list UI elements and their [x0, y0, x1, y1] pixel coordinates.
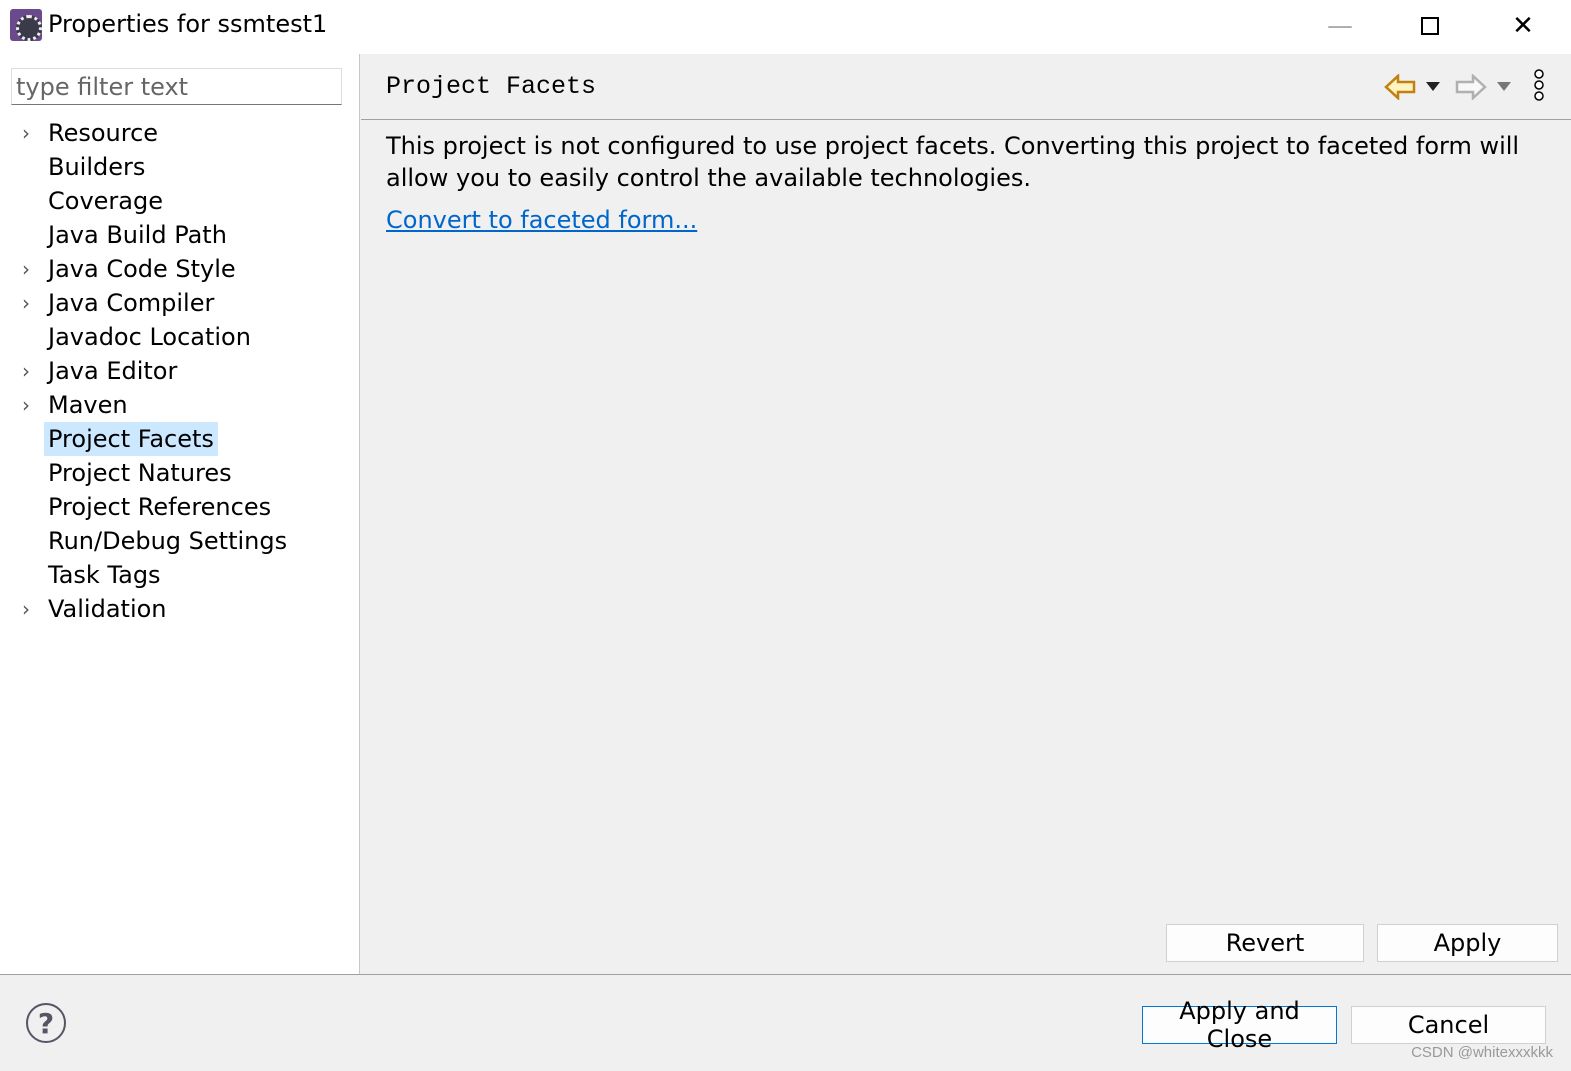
convert-to-faceted-form-link[interactable]: Convert to faceted form... — [386, 204, 697, 236]
tree-item-label: Resource — [48, 119, 159, 147]
tree-item-label: Java Editor — [48, 357, 178, 385]
tree-item[interactable]: Run/Debug Settings — [0, 524, 360, 558]
tree-item[interactable]: › Java Editor — [0, 354, 360, 388]
apply-and-close-button[interactable]: Apply and Close — [1142, 997, 1337, 1053]
tree-item[interactable]: Coverage — [0, 184, 360, 218]
tree-item-label: Java Compiler — [48, 289, 215, 317]
filter-input[interactable] — [11, 68, 342, 105]
tree-item-label: Run/Debug Settings — [48, 527, 288, 555]
tree-item-label: Coverage — [48, 187, 163, 215]
minimize-icon[interactable]: — — [1310, 8, 1370, 44]
maximize-icon[interactable] — [1400, 8, 1460, 44]
tree-item-label: Maven — [48, 391, 128, 419]
back-arrow-icon[interactable] — [1383, 72, 1417, 102]
tree-item-label: Project Facets — [44, 422, 218, 456]
tree-item-label: Javadoc Location — [48, 323, 251, 351]
chevron-right-icon[interactable]: › — [22, 252, 38, 286]
view-menu-icon[interactable] — [1529, 69, 1549, 101]
forward-dropdown-icon[interactable] — [1494, 72, 1514, 102]
tree-item-label: Validation — [48, 595, 167, 623]
window-title: Properties for ssmtest1 — [48, 10, 328, 38]
close-icon[interactable]: ✕ — [1493, 8, 1553, 44]
facets-message: This project is not configured to use pr… — [386, 132, 1520, 192]
tree-item[interactable]: › Java Code Style — [0, 252, 360, 286]
tree-item[interactable]: Java Build Path — [0, 218, 360, 252]
forward-arrow-icon[interactable] — [1454, 72, 1488, 102]
tree-item[interactable]: Builders — [0, 150, 360, 184]
cancel-button[interactable]: Cancel — [1351, 1006, 1546, 1044]
title-bar: Properties for ssmtest1 — ✕ — [0, 0, 1571, 54]
page-header: Project Facets — [361, 54, 1571, 120]
chevron-right-icon[interactable]: › — [22, 116, 38, 150]
apply-button[interactable]: Apply — [1377, 924, 1558, 962]
help-icon[interactable]: ? — [26, 1003, 66, 1043]
tree-item[interactable]: › Resource — [0, 116, 360, 150]
tree-item[interactable]: Project Facets — [0, 422, 360, 456]
tree-item-label: Project Natures — [48, 459, 232, 487]
chevron-right-icon[interactable]: › — [22, 286, 38, 320]
tree-item[interactable]: › Validation — [0, 592, 360, 626]
tree-item[interactable]: › Java Compiler — [0, 286, 360, 320]
tree-item-label: Builders — [48, 153, 146, 181]
page-title: Project Facets — [386, 72, 597, 101]
tree-item[interactable]: Task Tags — [0, 558, 360, 592]
chevron-right-icon[interactable]: › — [22, 592, 38, 626]
chevron-right-icon[interactable]: › — [22, 388, 38, 422]
watermark: CSDN @whitexxxkkk — [1411, 1044, 1553, 1061]
tree-item-label: Java Build Path — [48, 221, 227, 249]
page-content: This project is not configured to use pr… — [386, 130, 1546, 236]
revert-button[interactable]: Revert — [1166, 924, 1364, 962]
tree-item[interactable]: Javadoc Location — [0, 320, 360, 354]
tree-item[interactable]: Project Natures — [0, 456, 360, 490]
eclipse-app-icon — [10, 9, 42, 41]
tree-item-label: Project References — [48, 493, 272, 521]
tree-item[interactable]: Project References — [0, 490, 360, 524]
tree-item-label: Java Code Style — [48, 255, 236, 283]
chevron-right-icon[interactable]: › — [22, 354, 38, 388]
tree-item-label: Task Tags — [48, 561, 161, 589]
back-dropdown-icon[interactable] — [1423, 72, 1443, 102]
properties-tree: › Resource Builders Coverage Java Build Path… — [0, 116, 360, 626]
tree-item[interactable]: › Maven — [0, 388, 360, 422]
